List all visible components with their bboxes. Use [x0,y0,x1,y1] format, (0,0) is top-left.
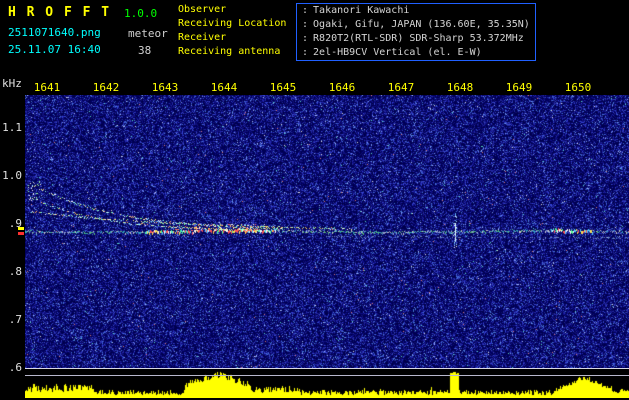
freq-tick-label: 1.0 [2,169,22,182]
time-tick-label: 1650 [564,81,592,94]
info-label-observer: Observer [178,4,227,15]
time-tick-label: 1644 [210,81,238,94]
colon: : [302,5,309,16]
info-value-text: 2el-HB9CV Vertical (el. E-W) [313,47,482,58]
time-tick-label: 1647 [387,81,415,94]
time-tick-label: 1646 [328,81,356,94]
info-value-text: Ogaki, Gifu, JAPAN (136.60E, 35.35N) [313,19,530,30]
colon: : [302,33,309,44]
level-ref-line-lower [25,375,629,376]
info-value-location: : Ogaki, Gifu, JAPAN (136.60E, 35.35N) [302,18,530,32]
freq-tick-label: 1.1 [2,121,22,134]
app-version: 1.0.0 [124,7,158,20]
carrier-marker-red [18,232,24,235]
time-tick-label: 1648 [446,81,474,94]
carrier-marker-yellow [18,227,24,230]
output-filename: 2511071640.png [8,26,101,39]
spectrogram-canvas [25,95,629,368]
info-label-antenna: Receiving antenna [178,46,281,57]
info-values-box: : Takanori Kawachi : Ogaki, Gifu, JAPAN (1… [296,3,536,61]
info-value-text: R820T2(RTL-SDR) SDR-Sharp 53.372MHz [313,33,524,44]
mode-label: meteor [128,27,168,40]
info-value-antenna: :2el-HB9CV Vertical (el. E-W) [302,46,530,60]
time-tick-label: 1641 [33,81,61,94]
freq-unit-label: kHz [2,77,22,90]
info-labels: Observer Receiving Location Receiver Rec… [178,3,296,59]
freq-tick-label: .8 [8,265,22,278]
time-tick-label: 1642 [92,81,120,94]
info-value-text: Takanori Kawachi [313,5,410,16]
colon: : [302,47,309,58]
meteor-count: 38 [138,44,152,57]
info-label-location: Receiving Location [178,18,287,29]
level-ref-line-upper [25,368,629,369]
info-value-observer: : Takanori Kawachi [302,4,530,18]
level-graph-canvas [25,369,629,398]
current-datetime: 25.11.07 16:40 [8,43,101,56]
freq-tick-label: .7 [8,313,22,326]
colon: : [302,19,309,30]
info-label-receiver: Receiver [178,32,227,43]
time-tick-label: 1643 [151,81,179,94]
app-title: H R O F F T [8,5,111,20]
freq-tick-label: .6 [8,361,22,374]
time-tick-label: 1645 [269,81,297,94]
info-value-receiver: : R820T2(RTL-SDR) SDR-Sharp 53.372MHz [302,32,530,46]
station-info-panel: Observer Receiving Location Receiver Rec… [178,3,536,61]
time-tick-label: 1649 [505,81,533,94]
